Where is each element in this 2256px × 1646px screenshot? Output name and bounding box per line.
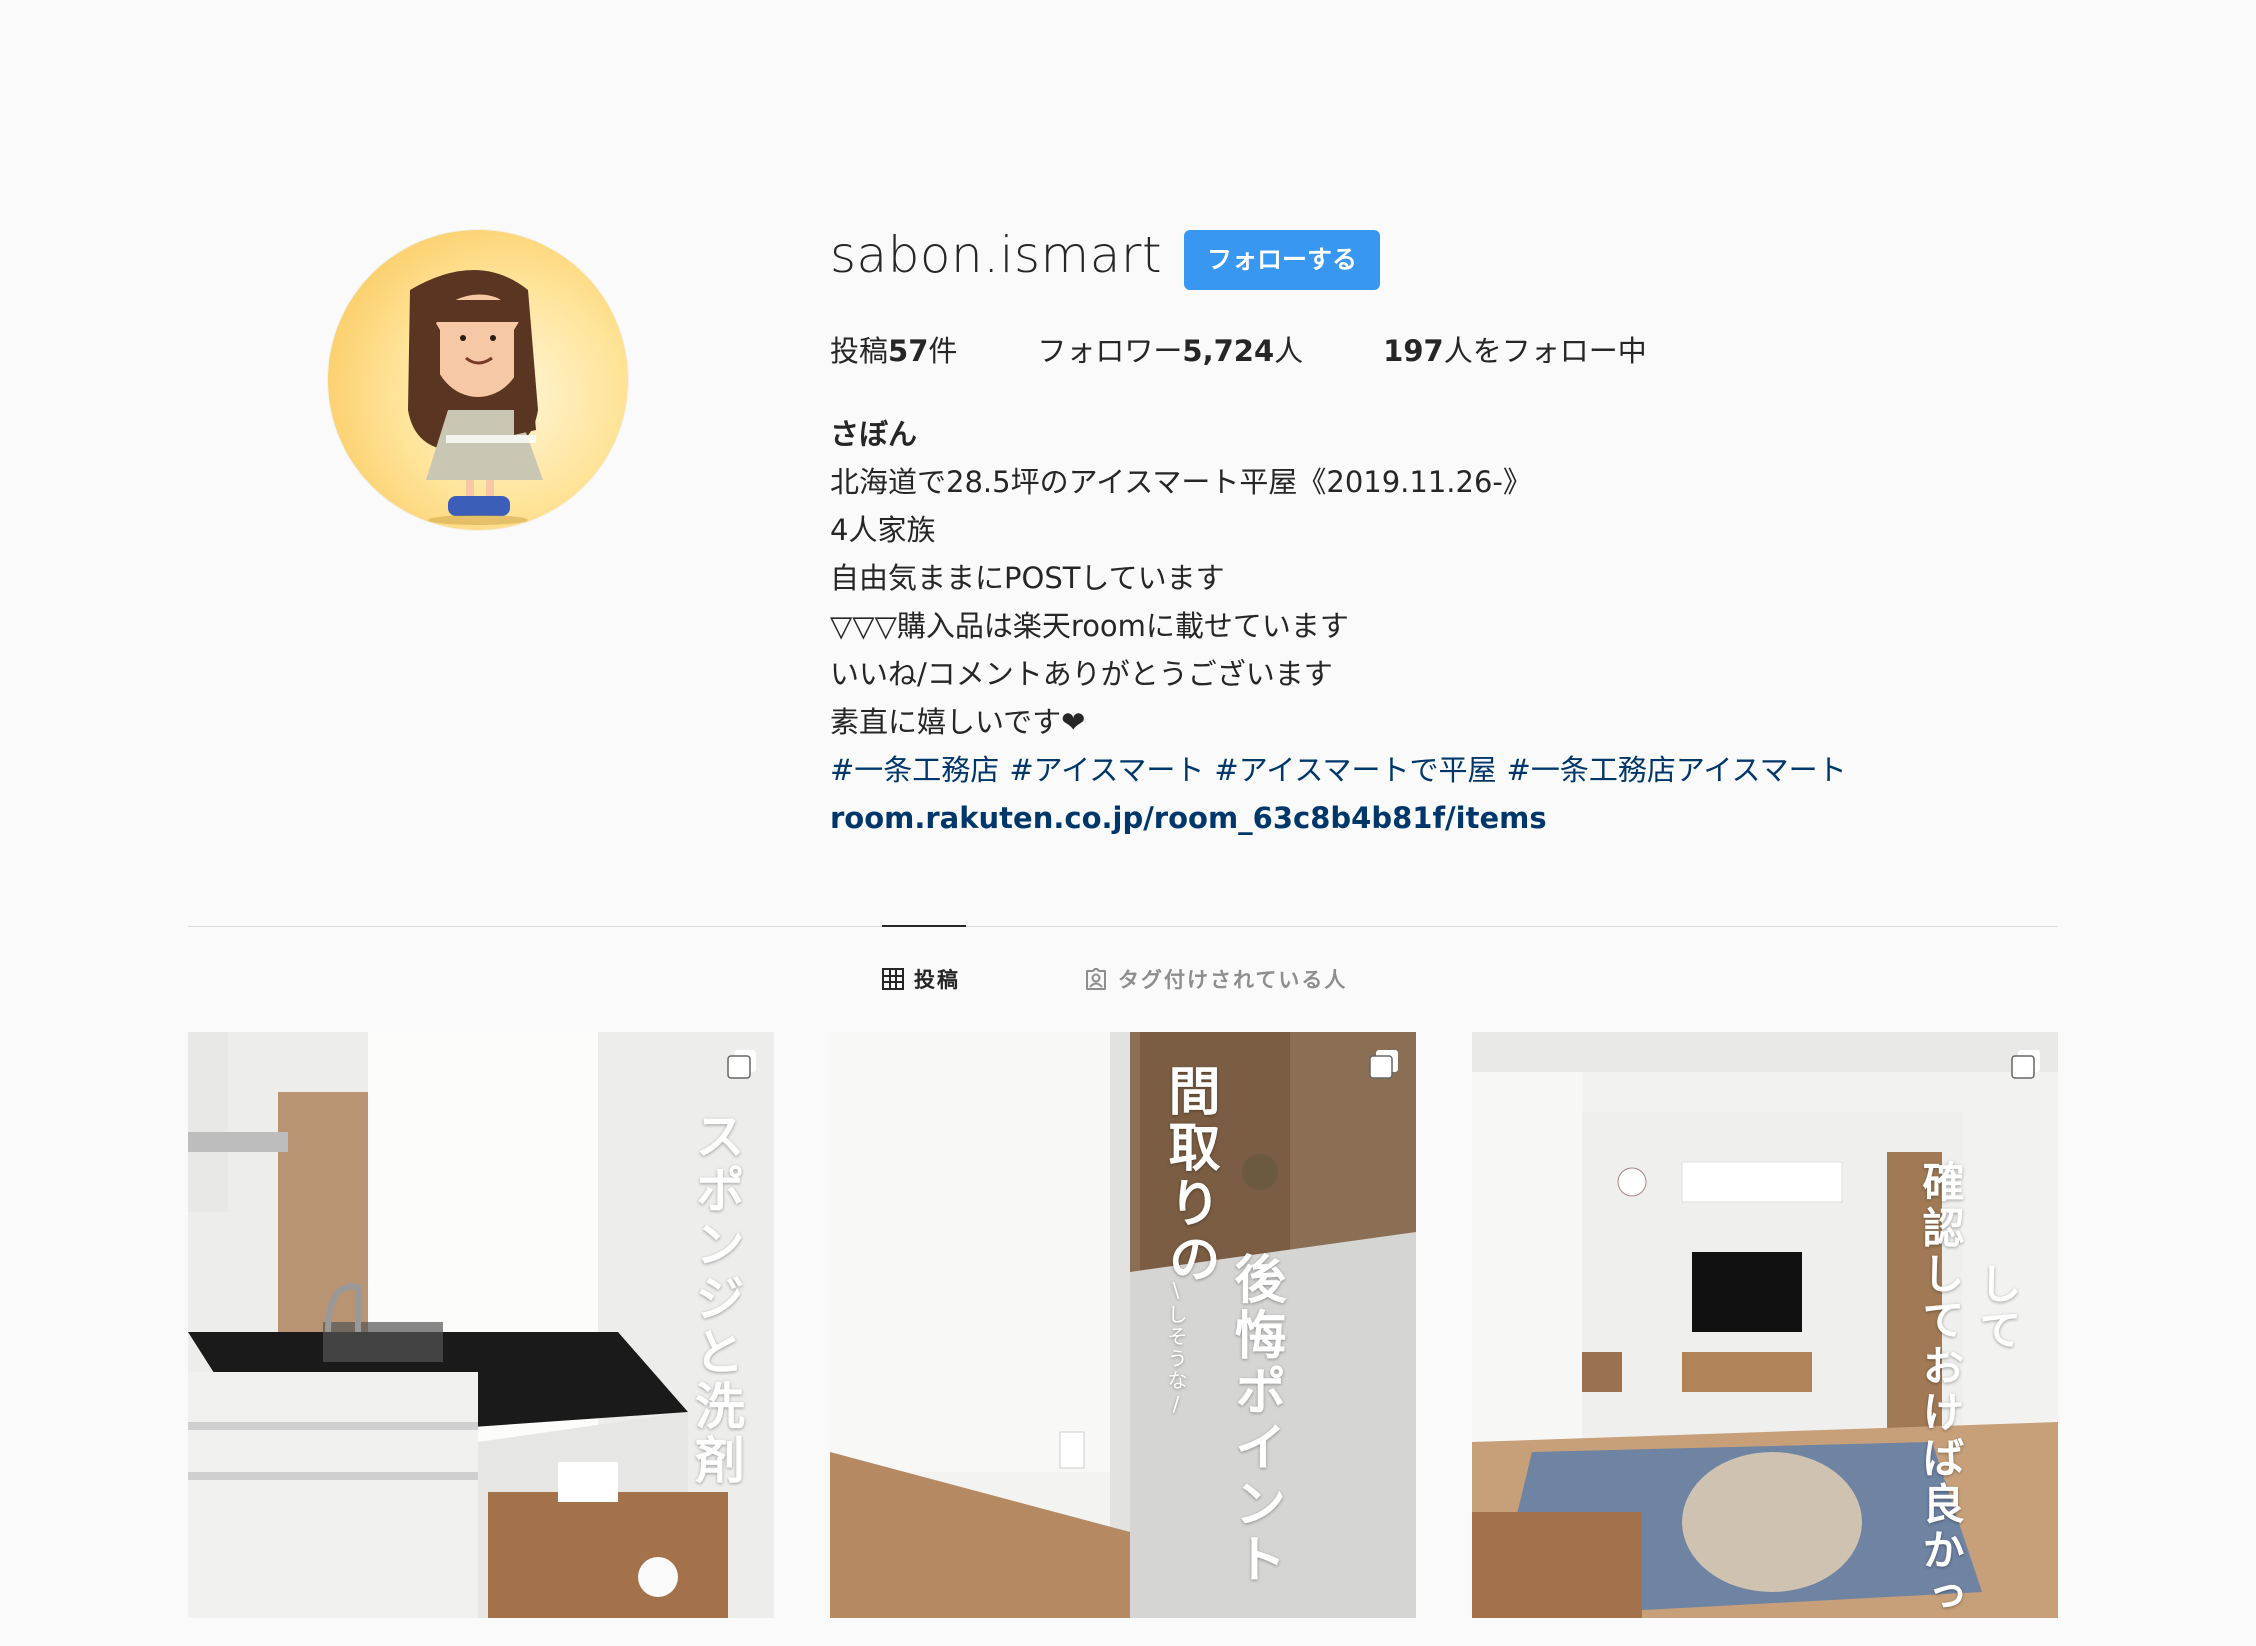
followers-count: 5,724 <box>1182 334 1275 368</box>
posts-count-stat: 投稿57件 <box>830 328 957 370</box>
bio-line: 北海道で28.5坪のアイスマート平屋《2019.11.26-》 <box>830 465 1532 499</box>
followers-label: フォロワー <box>1037 334 1183 368</box>
hashtag-link[interactable]: #アイスマートで平屋 <box>1214 753 1496 787</box>
avatar[interactable] <box>328 230 628 530</box>
post-caption: 間取りの <box>1159 1064 1219 1288</box>
following-label: 人をフォロー中 <box>1443 334 1647 368</box>
post-image-doorway <box>830 1032 1416 1618</box>
hashtag-link[interactable]: #アイスマート <box>1009 753 1204 787</box>
posts-unit: 件 <box>928 334 958 368</box>
multi-photo-icon <box>2011 1050 2040 1079</box>
grid-icon <box>882 968 904 990</box>
multi-photo-icon <box>727 1050 756 1079</box>
hashtag-link[interactable]: #一条工務店 <box>830 753 999 787</box>
posts-count: 57 <box>888 334 929 368</box>
post-thumbnail[interactable]: 間取りの 後悔ポイント \しそうな/ <box>830 1032 1416 1618</box>
following-stat[interactable]: 197人をフォロー中 <box>1383 328 1647 370</box>
posts-grid: スポンジと洗剤 間取りの 後悔ポイント \しそうな/ して 確認しておけば良かっ… <box>188 1032 2058 1618</box>
username: sabon.ismart <box>830 226 1163 284</box>
bio-website-link[interactable]: room.rakuten.co.jp/room_63c8b4b81f/items <box>830 794 1857 842</box>
tab-posts[interactable]: 投稿 <box>882 964 960 994</box>
post-caption-small: \しそうな/ <box>1164 1278 1188 1418</box>
bio-hashtags: #一条工務店 #アイスマート #アイスマートで平屋 #一条工務店アイスマート <box>830 746 1857 794</box>
posts-label: 投稿 <box>830 334 889 368</box>
tab-tagged[interactable]: タグ付けされている人 <box>1084 964 1347 994</box>
bio-line: 自由気ままにPOSTしています <box>830 561 1225 595</box>
multi-photo-icon <box>1369 1050 1398 1079</box>
profile-header: sabon.ismart フォローする 投稿57件 フォロワー5,724人 19… <box>0 0 2256 900</box>
bio-line: 4人家族 <box>830 513 936 547</box>
post-caption: スポンジと洗剤 <box>687 1110 745 1488</box>
active-tab-indicator <box>882 925 966 927</box>
bio-line: ▽▽▽購入品は楽天roomに載せています <box>830 609 1349 643</box>
tab-tagged-label: タグ付けされている人 <box>1118 968 1348 992</box>
following-count: 197 <box>1383 334 1444 368</box>
bio-line: 素直に嬉しいです❤ <box>830 705 1086 739</box>
avatar-character-image <box>408 270 543 525</box>
post-caption: 確認しておけば良かったこ <box>1916 1160 1965 1618</box>
post-thumbnail[interactable]: スポンジと洗剤 <box>188 1032 774 1618</box>
post-caption: 後悔ポイント <box>1225 1252 1285 1588</box>
bio: さぼん 北海道で28.5坪のアイスマート平屋《2019.11.26-》 4人家族… <box>830 410 1857 842</box>
bio-line: いいね/コメントありがとうございます <box>830 657 1333 691</box>
followers-stat[interactable]: フォロワー5,724人 <box>1037 328 1303 370</box>
post-thumbnail[interactable]: して 確認しておけば良かったこ <box>1472 1032 2058 1618</box>
tabs-divider <box>188 926 2058 927</box>
hashtag-link[interactable]: #一条工務店アイスマート <box>1507 753 1847 787</box>
tab-posts-label: 投稿 <box>914 968 960 992</box>
display-name: さぼん <box>830 417 918 451</box>
profile-stats: 投稿57件 フォロワー5,724人 197人をフォロー中 <box>830 328 1727 370</box>
follow-button[interactable]: フォローする <box>1184 230 1380 290</box>
post-caption: して <box>1973 1262 2022 1354</box>
tagged-user-icon <box>1086 968 1106 990</box>
followers-unit: 人 <box>1274 334 1304 368</box>
